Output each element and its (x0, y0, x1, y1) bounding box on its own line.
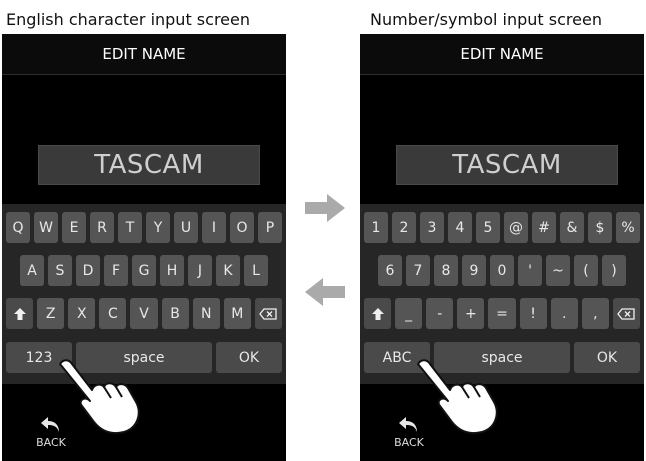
key[interactable]: I (202, 212, 226, 243)
key[interactable]: 4 (448, 212, 472, 243)
key[interactable]: B (161, 298, 189, 329)
key[interactable]: F (104, 255, 128, 286)
key[interactable]: R (90, 212, 114, 243)
back-label: BACK (36, 436, 66, 449)
key[interactable]: 5 (476, 212, 500, 243)
arrow-left-icon (305, 278, 345, 306)
key[interactable]: A (20, 255, 44, 286)
key[interactable]: Q (6, 212, 30, 243)
key[interactable]: N (192, 298, 220, 329)
name-field[interactable]: TASCAM (38, 145, 260, 185)
key[interactable]: U (174, 212, 198, 243)
key[interactable]: ) (602, 255, 626, 286)
key[interactable]: - (426, 298, 454, 329)
shift-key[interactable] (6, 298, 34, 329)
key[interactable]: L (244, 255, 268, 286)
key[interactable]: = (488, 298, 516, 329)
key[interactable]: M (223, 298, 251, 329)
screen-title: EDIT NAME (2, 34, 286, 75)
key[interactable]: ~ (546, 255, 570, 286)
key[interactable]: Z (37, 298, 65, 329)
key[interactable]: 1 (364, 212, 388, 243)
keyboard-row-3: _ - + = ! . , (364, 298, 640, 329)
keyboard-row-2: A S D F G H J K L (20, 255, 268, 286)
keyboard-row-1: 1 2 3 4 5 @ # & $ % (364, 212, 640, 243)
key[interactable]: 3 (420, 212, 444, 243)
screen-title: EDIT NAME (360, 34, 644, 75)
key[interactable]: $ (588, 212, 612, 243)
key[interactable]: T (118, 212, 142, 243)
pointing-hand-icon (59, 359, 140, 435)
keyboard-row-3: Z X C V B N M (6, 298, 282, 329)
english-input-screen: EDIT NAME TASCAM Q W E R T Y U I O P A S… (2, 34, 286, 461)
key[interactable]: C (99, 298, 127, 329)
key[interactable]: O (230, 212, 254, 243)
key[interactable]: H (160, 255, 184, 286)
shift-up-arrow-icon (13, 307, 26, 320)
key[interactable]: 0 (490, 255, 514, 286)
key[interactable]: 2 (392, 212, 416, 243)
key[interactable]: G (132, 255, 156, 286)
number-symbol-input-screen: EDIT NAME TASCAM 1 2 3 4 5 @ # & $ % 6 7… (360, 34, 644, 461)
caption-number-symbol: Number/symbol input screen (370, 10, 602, 29)
back-label: BACK (394, 436, 424, 449)
key[interactable]: + (457, 298, 485, 329)
key[interactable]: Y (146, 212, 170, 243)
keyboard-row-2: 6 7 8 9 0 ' ~ ( ) (378, 255, 626, 286)
key[interactable]: _ (395, 298, 423, 329)
backspace-key[interactable] (254, 298, 282, 329)
key[interactable]: & (560, 212, 584, 243)
keyboard-row-1: Q W E R T Y U I O P (6, 212, 282, 243)
pointing-hand-icon (417, 359, 498, 435)
key[interactable]: # (532, 212, 556, 243)
name-field[interactable]: TASCAM (396, 145, 618, 185)
backspace-icon (259, 307, 278, 320)
ok-key[interactable]: OK (216, 342, 282, 373)
key[interactable]: 8 (434, 255, 458, 286)
shift-up-arrow-icon (371, 307, 384, 320)
key[interactable]: @ (504, 212, 528, 243)
key[interactable]: , (581, 298, 609, 329)
backspace-key[interactable] (612, 298, 640, 329)
key[interactable]: D (76, 255, 100, 286)
key[interactable]: K (216, 255, 240, 286)
key[interactable]: 7 (406, 255, 430, 286)
key[interactable]: ' (518, 255, 542, 286)
key[interactable]: . (550, 298, 578, 329)
key[interactable]: S (48, 255, 72, 286)
key[interactable]: P (258, 212, 282, 243)
ok-key[interactable]: OK (574, 342, 640, 373)
key[interactable]: X (68, 298, 96, 329)
key[interactable]: % (616, 212, 640, 243)
key[interactable]: J (188, 255, 212, 286)
caption-english: English character input screen (6, 10, 250, 29)
key[interactable]: ! (519, 298, 547, 329)
key[interactable]: W (34, 212, 58, 243)
shift-key[interactable] (364, 298, 392, 329)
backspace-icon (617, 307, 636, 320)
key[interactable]: 9 (462, 255, 486, 286)
key[interactable]: ( (574, 255, 598, 286)
key[interactable]: E (62, 212, 86, 243)
key[interactable]: 6 (378, 255, 402, 286)
key[interactable]: V (130, 298, 158, 329)
arrow-right-icon (305, 194, 345, 222)
